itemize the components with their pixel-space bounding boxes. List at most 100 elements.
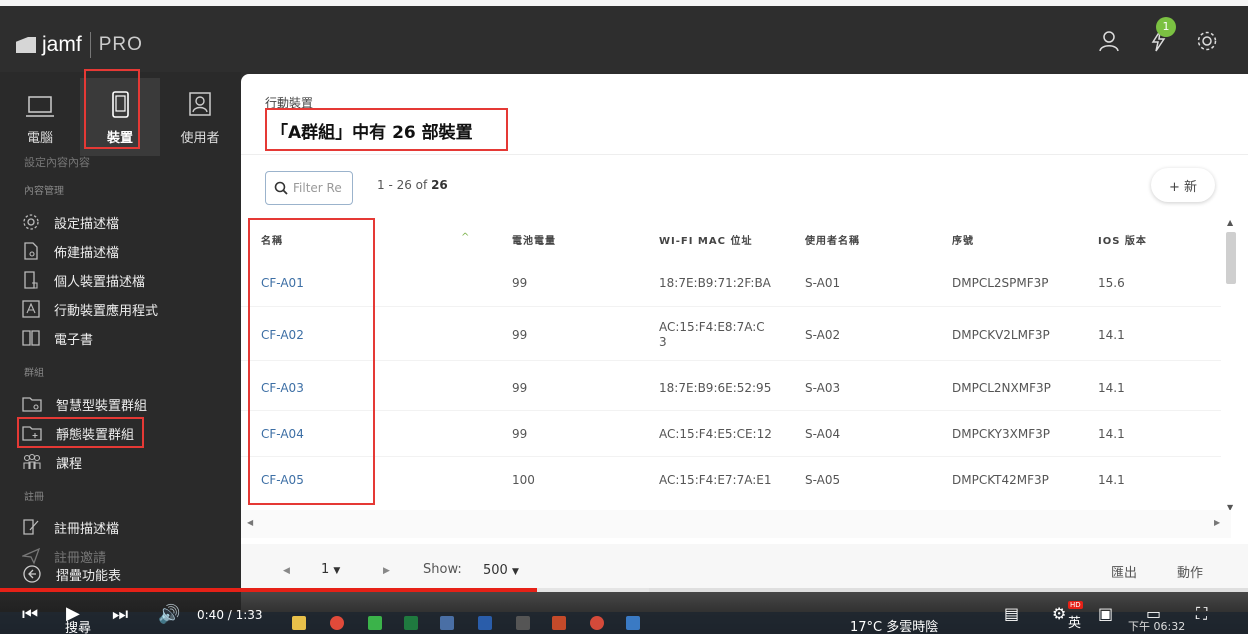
sidebar-item-label: 佈建描述檔	[54, 245, 120, 261]
weather-widget[interactable]: 17°C 多雲時陰	[850, 616, 938, 634]
ios-version-cell: 14.1	[1098, 328, 1125, 342]
row-divider	[241, 306, 1221, 307]
skip-previous-icon[interactable]: ⏮	[22, 604, 38, 625]
battery-cell: 99	[512, 381, 528, 395]
annotation-box-name-column	[248, 218, 375, 505]
settings-gear-icon[interactable]	[1196, 30, 1218, 52]
tab-users[interactable]: 使用者	[160, 78, 240, 156]
subtitles-icon[interactable]: ▤	[1004, 604, 1019, 623]
logo-text: jamf	[42, 33, 82, 56]
sidebar-item-smart-device-groups[interactable]: 智慧型裝置群組	[22, 392, 147, 416]
collapse-arrow-icon	[23, 565, 41, 583]
skip-next-icon[interactable]: ⏭	[112, 604, 128, 625]
column-header-battery[interactable]: 電池電量	[512, 232, 556, 247]
ios-version-cell: 14.1	[1098, 473, 1125, 487]
sidebar-item-provisioning-profiles[interactable]: 佈建描述檔	[22, 239, 119, 263]
sidebar-item-enrollment-profiles[interactable]: 註冊描述檔	[22, 515, 119, 539]
section-groups: 群組	[24, 368, 44, 379]
scroll-up-arrow-icon[interactable]: ▲	[1227, 218, 1233, 227]
photos-icon[interactable]	[626, 616, 640, 630]
volume-icon[interactable]: 🔊	[158, 604, 180, 625]
column-header-wifi-mac[interactable]: WI-FI MAC 位址	[659, 232, 752, 247]
previous-page-icon[interactable]: ◀	[283, 566, 290, 576]
ios-version-cell: 15.6	[1098, 276, 1125, 290]
taskbar-search[interactable]: 搜尋	[65, 617, 91, 634]
sidebar-item-mobile-apps[interactable]: 行動裝置應用程式	[22, 297, 158, 321]
sidebar-item-label: 電子書	[54, 332, 94, 348]
word-icon[interactable]	[478, 616, 492, 630]
sidebar-item-config-profiles[interactable]: 設定描述檔	[22, 210, 119, 234]
app-store-icon	[22, 300, 40, 318]
username-cell: S-A01	[805, 276, 841, 290]
powerpoint-icon[interactable]	[552, 616, 566, 630]
top-bar: jamf PRO	[0, 6, 1248, 72]
video-buffer-bar	[536, 588, 649, 592]
section-enrollment: 註冊	[24, 492, 44, 503]
line-app-icon[interactable]	[368, 616, 382, 630]
app-icon[interactable]	[516, 616, 530, 630]
username-cell: S-A03	[805, 381, 841, 395]
user-account-icon[interactable]	[1098, 30, 1120, 52]
ios-version-cell: 14.1	[1098, 381, 1125, 395]
file-explorer-icon[interactable]	[292, 616, 306, 630]
filter-search-input[interactable]: Filter Re	[265, 171, 353, 205]
video-time: 0:40 / 1:33	[197, 608, 263, 622]
jamf-logo[interactable]: jamf PRO	[16, 32, 143, 58]
result-count: 1 - 26 of 26	[377, 178, 448, 192]
horizontal-scrollbar[interactable]	[241, 510, 1231, 538]
hd-badge: HD	[1068, 601, 1083, 609]
main-panel: 行動裝置 「A群組」中有 26 部裝置 Filter Re 1 - 26 of …	[241, 74, 1248, 612]
scroll-left-arrow-icon[interactable]: ◀	[247, 518, 253, 527]
serial-cell: DMPCL2SPMF3P	[952, 276, 1049, 290]
header-divider	[241, 154, 1248, 155]
username-cell: S-A04	[805, 427, 841, 441]
settings-icon[interactable]: ⚙	[1052, 604, 1066, 623]
column-header-serial[interactable]: 序號	[952, 232, 974, 247]
battery-cell: 99	[512, 427, 528, 441]
chrome-icon-2[interactable]	[590, 616, 604, 630]
serial-cell: DMPCKY3XMF3P	[952, 427, 1050, 441]
document-gear-icon	[24, 242, 38, 260]
notes-icon[interactable]	[440, 616, 454, 630]
column-header-username[interactable]: 使用者名稱	[805, 232, 860, 247]
sidebar-item-label: 個人裝置描述檔	[54, 274, 146, 290]
new-button[interactable]: + 新	[1151, 168, 1215, 202]
sort-ascending-icon[interactable]: ^	[461, 232, 469, 243]
jamf-logo-mark	[16, 37, 36, 53]
result-count-prefix: 1 - 26 of	[377, 178, 432, 192]
username-cell: S-A05	[805, 473, 841, 487]
classes-icon	[23, 453, 41, 469]
page-size-select[interactable]: 500 ▼	[483, 563, 519, 578]
sidebar-item-ebooks[interactable]: 電子書	[22, 326, 93, 350]
chrome-icon[interactable]	[330, 616, 344, 630]
tab-users-label: 使用者	[180, 131, 220, 146]
actions-button[interactable]: 動作	[1177, 562, 1203, 581]
next-page-icon[interactable]: ▶	[383, 566, 390, 576]
fullscreen-icon[interactable]: ⛶	[1196, 604, 1207, 624]
username-cell: S-A02	[805, 328, 841, 342]
vertical-scrollbar[interactable]	[1226, 232, 1236, 284]
collapse-menu-label: 摺疊功能表	[56, 568, 122, 584]
collapse-menu-button[interactable]: 摺疊功能表	[22, 562, 121, 586]
sidebar-item-classes[interactable]: 課程	[22, 450, 82, 474]
wifi-mac-cell: AC:15:F4:E7:7A:E1	[659, 473, 772, 487]
wifi-mac-cell: 18:7E:B9:6E:52:95	[659, 381, 772, 395]
sidebar: 電腦 裝置 使用者 設定內容內容 內容管理 設定描述檔 佈建描述檔 個人裝置描述…	[0, 72, 241, 612]
tab-computers[interactable]: 電腦	[0, 78, 80, 156]
smart-folder-icon	[22, 397, 42, 412]
export-button[interactable]: 匯出	[1111, 562, 1137, 581]
battery-cell: 99	[512, 328, 528, 342]
enrollment-profile-icon	[23, 519, 39, 535]
excel-icon[interactable]	[404, 616, 418, 630]
video-progress-fill	[0, 588, 537, 592]
sidebar-item-personal-device-profiles[interactable]: 個人裝置描述檔	[22, 268, 145, 292]
miniplayer-icon[interactable]: ▣	[1098, 604, 1113, 623]
section-content-management: 內容管理	[24, 186, 64, 197]
scroll-right-arrow-icon[interactable]: ▶	[1214, 518, 1220, 527]
battery-cell: 100	[512, 473, 535, 487]
logo-pro: PRO	[98, 34, 143, 55]
row-divider	[241, 456, 1221, 457]
page-selector[interactable]: 1 ▼	[321, 562, 340, 577]
language-indicator[interactable]: 英	[1068, 612, 1081, 631]
column-header-ios-version[interactable]: IOS 版本	[1098, 232, 1147, 247]
